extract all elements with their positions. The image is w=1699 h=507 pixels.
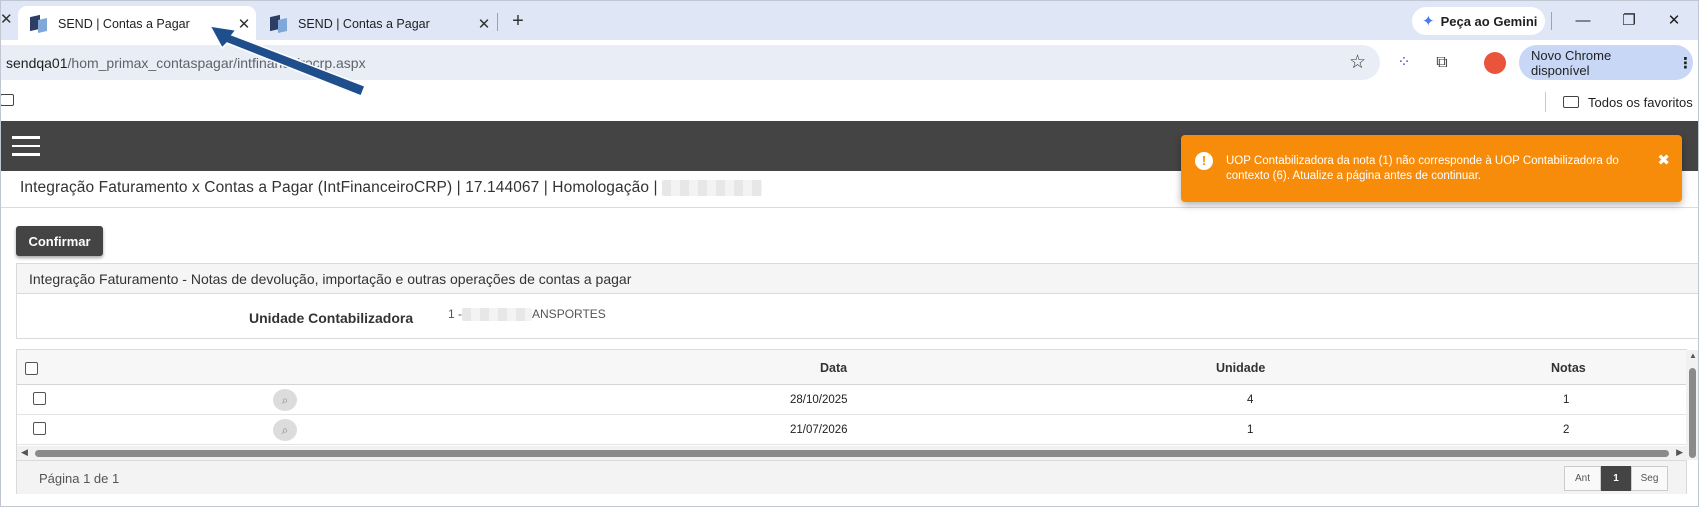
scrollbar-thumb[interactable]	[35, 450, 1669, 457]
confirm-button[interactable]: Confirmar	[16, 226, 103, 256]
profile-avatar[interactable]	[1484, 52, 1506, 74]
chrome-update-button[interactable]: Novo Chrome disponível ⋮	[1519, 45, 1693, 80]
tab-title: SEND | Contas a Pagar	[58, 16, 190, 31]
row-checkbox[interactable]	[33, 422, 46, 435]
toast-close-icon[interactable]: ✖	[1657, 151, 1670, 169]
horizontal-scrollbar[interactable]: ◀ ▶	[17, 446, 1686, 460]
bookmarks-separator	[1545, 92, 1546, 112]
scrollbar-thumb[interactable]	[1689, 368, 1696, 458]
divider	[0, 207, 1699, 208]
annotation-arrow-icon	[210, 26, 365, 97]
panel-title: Integração Faturamento - Notas de devolu…	[17, 264, 1698, 294]
all-bookmarks-label: Todos os favoritos	[1588, 94, 1693, 110]
cell-unidade: 1	[1247, 424, 1254, 436]
gemini-sparkle-icon: ✦	[1422, 13, 1435, 30]
exclamation-icon: !	[1195, 152, 1213, 170]
unit-value: 1 - ANSPORTES	[448, 307, 606, 322]
search-icon[interactable]: ⌕	[273, 389, 297, 411]
warning-toast: ! UOP Contabilizadora da nota (1) não co…	[1181, 135, 1682, 202]
all-bookmarks-button[interactable]: Todos os favoritos	[1563, 91, 1693, 113]
table-row[interactable]: ⌕ 21/07/2026 1 2	[17, 415, 1686, 445]
hamburger-menu-icon[interactable]	[12, 136, 40, 156]
notes-grid: Data Unidade Notas ⌕ 28/10/2025 4 1 ⌕ 21…	[16, 349, 1699, 494]
window-close-icon[interactable]: ✕	[1654, 9, 1694, 33]
scroll-right-icon[interactable]: ▶	[1676, 447, 1683, 458]
unit-label: Unidade Contabilizadora	[249, 310, 414, 326]
folder-icon	[1563, 96, 1579, 108]
column-header-notas[interactable]: Notas	[1551, 361, 1586, 375]
extensions-puzzle-icon[interactable]: ⧉	[1430, 52, 1454, 74]
cell-notas: 1	[1563, 394, 1570, 406]
pagination: Ant 1 Seg	[1564, 466, 1668, 491]
next-page-button[interactable]: Seg	[1631, 466, 1668, 491]
close-tab-icon[interactable]: ✕	[472, 15, 496, 33]
minimize-icon[interactable]: —	[1563, 9, 1603, 33]
redacted-text	[662, 179, 762, 196]
page-title-text: Integração Faturamento x Contas a Pagar …	[20, 179, 658, 196]
cell-notas: 2	[1563, 424, 1570, 436]
select-all-checkbox[interactable]	[25, 362, 38, 375]
tab-separator	[497, 13, 498, 31]
bookmark-star-icon[interactable]: ☆	[1349, 51, 1366, 74]
update-label: Novo Chrome disponível	[1531, 47, 1612, 78]
close-icon[interactable]: ✕	[0, 11, 14, 29]
column-header-data[interactable]: Data	[820, 361, 847, 375]
restore-icon[interactable]: ❐	[1609, 9, 1649, 33]
grid-footer: Página 1 de 1 Ant 1 Seg	[17, 460, 1686, 494]
address-bar[interactable]: sendqa01/hom_primax_contaspagar/intfinan…	[0, 45, 1380, 80]
table-row[interactable]: ⌕ 28/10/2025 4 1	[17, 385, 1686, 415]
unit-value-prefix: 1 -	[448, 307, 463, 321]
page-info: Página 1 de 1	[39, 471, 120, 486]
column-header-unidade[interactable]: Unidade	[1216, 361, 1265, 375]
url-host: sendqa01	[6, 54, 68, 71]
row-checkbox[interactable]	[33, 392, 46, 405]
unit-value-suffix: ANSPORTES	[532, 307, 606, 321]
prev-page-button[interactable]: Ant	[1564, 466, 1601, 491]
cell-data: 21/07/2026	[790, 424, 848, 436]
menu-dots-icon: ⋮	[1678, 54, 1693, 72]
extension-flow-icon[interactable]: ⁘	[1392, 52, 1416, 74]
ask-gemini-button[interactable]: ✦ Peça ao Gemini	[1412, 7, 1545, 35]
vertical-scrollbar[interactable]: ▲	[1686, 350, 1699, 460]
grid-header: Data Unidade Notas	[17, 350, 1686, 385]
toast-message: UOP Contabilizadora da nota (1) não corr…	[1226, 155, 1619, 182]
redacted-text	[462, 308, 533, 322]
send-favicon-icon	[30, 14, 48, 33]
window-controls-separator	[1551, 12, 1552, 30]
filter-panel: Integração Faturamento - Notas de devolu…	[16, 263, 1699, 339]
current-page-button[interactable]: 1	[1601, 466, 1631, 491]
cell-unidade: 4	[1247, 394, 1254, 406]
page-title: Integração Faturamento x Contas a Pagar …	[20, 179, 762, 197]
scroll-up-icon[interactable]: ▲	[1689, 351, 1697, 360]
search-icon[interactable]: ⌕	[273, 419, 297, 441]
folder-icon[interactable]	[0, 94, 14, 106]
new-tab-plus-icon[interactable]: +	[505, 9, 531, 35]
gemini-label: Peça ao Gemini	[1440, 13, 1538, 29]
scroll-left-icon[interactable]: ◀	[21, 447, 28, 458]
cell-data: 28/10/2025	[790, 394, 848, 406]
